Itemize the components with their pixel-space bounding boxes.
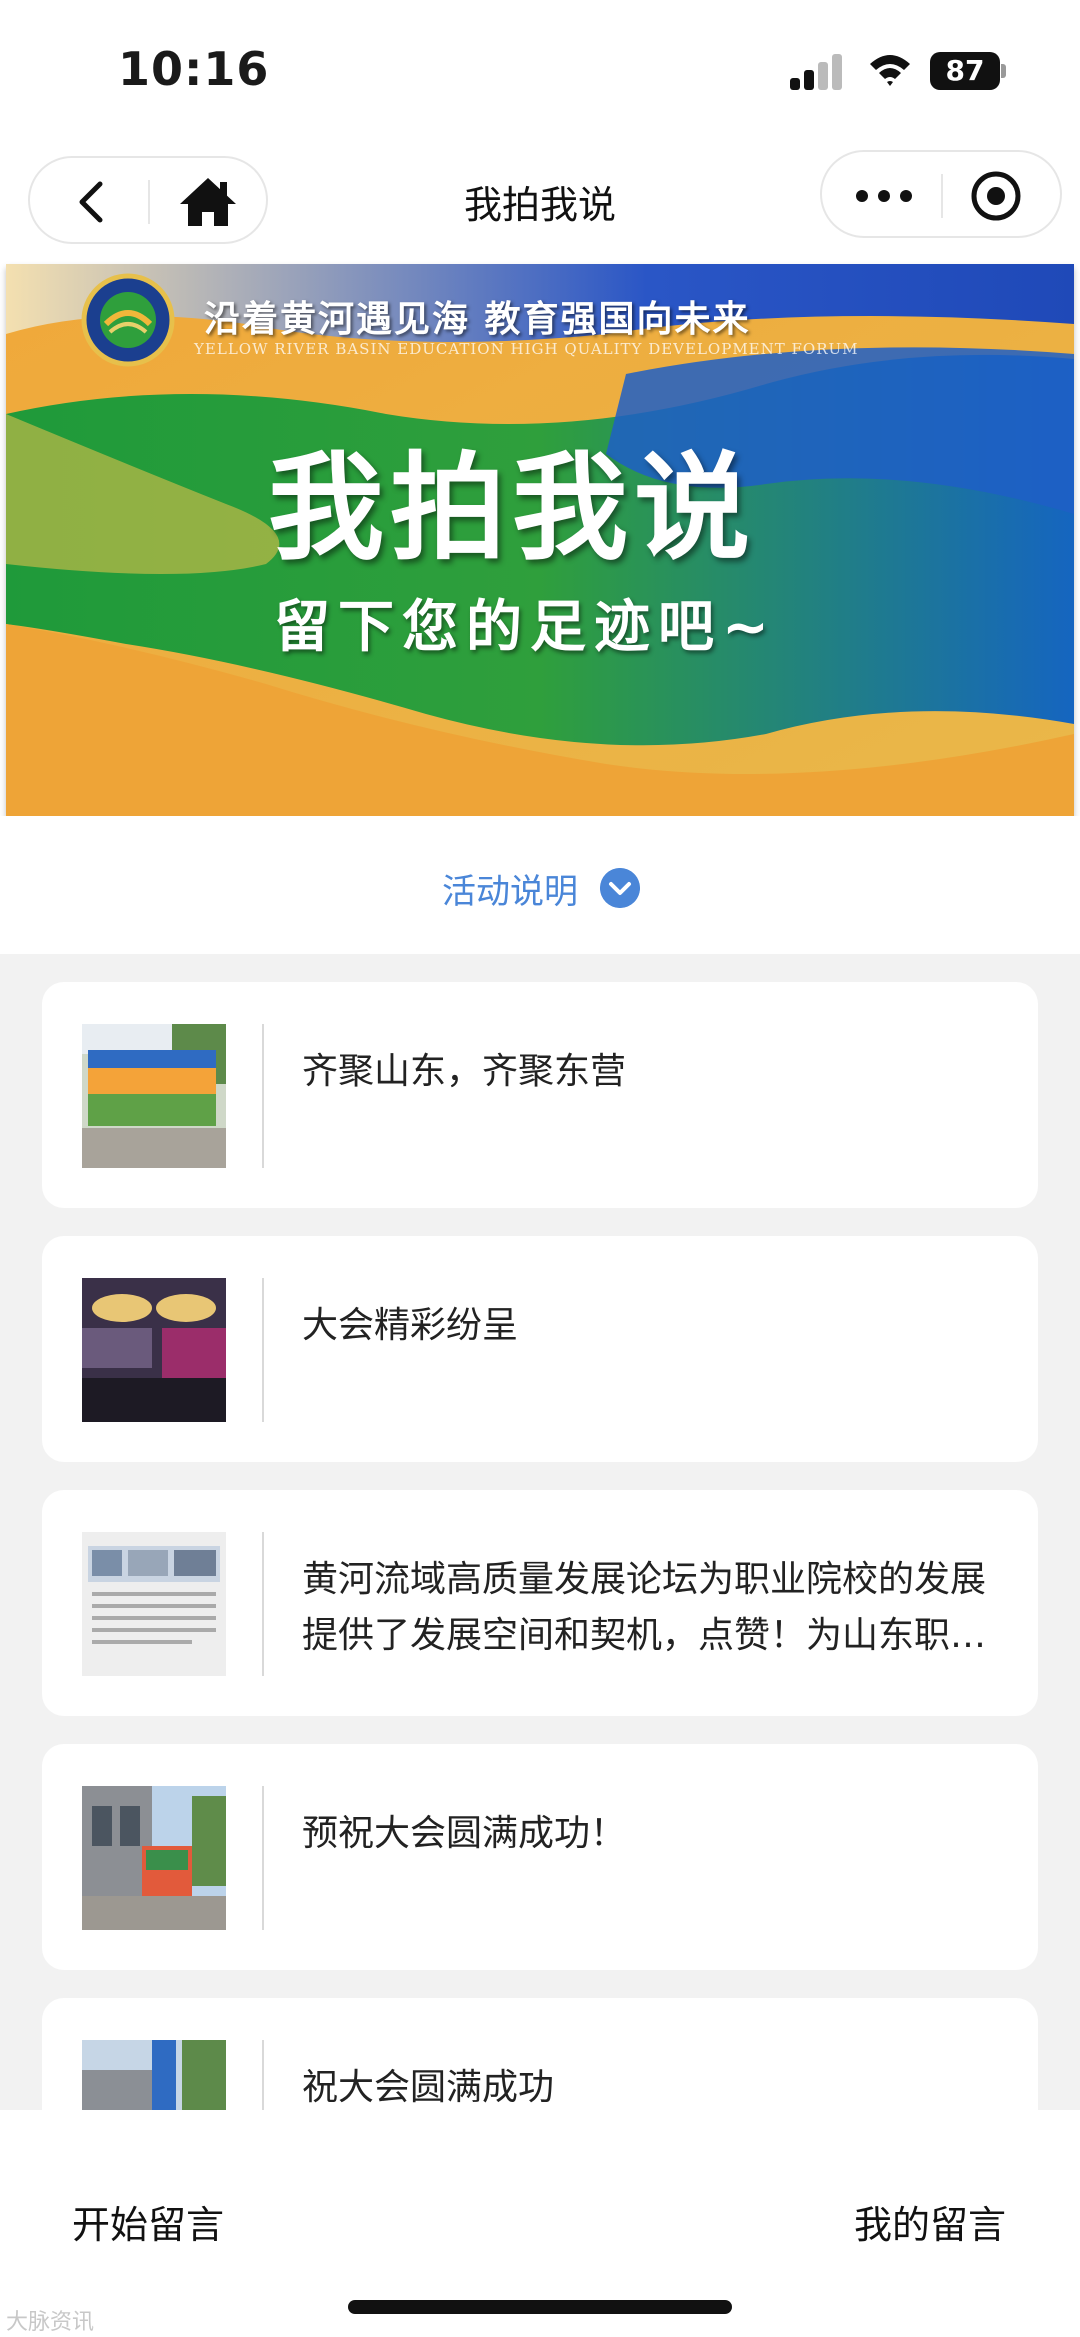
- post-list: 齐聚山东，齐聚东营 大会精彩纷呈 黄河流域高质量发展论坛为职业院校的发展提供了发…: [0, 954, 1080, 2110]
- forum-logo: [81, 273, 175, 367]
- activity-description-link[interactable]: 活动说明: [442, 864, 578, 913]
- post-text: 黄河流域高质量发展论坛为职业院校的发展提供了发展空间和契机，点赞！为山东职业教育…: [302, 1559, 987, 1656]
- list-item[interactable]: 祝大会圆满成功: [42, 1998, 1038, 2110]
- list-item[interactable]: 预祝大会圆满成功！: [42, 1744, 1038, 1970]
- home-indicator[interactable]: [348, 2300, 732, 2314]
- nav-capsule-left: [28, 156, 268, 244]
- post-text: 齐聚山东，齐聚东营: [302, 1051, 627, 1092]
- post-thumbnail: [82, 1786, 226, 1930]
- more-options-icon[interactable]: [852, 172, 916, 220]
- status-time: 10:16: [118, 42, 270, 96]
- hero-banner: 沿着黄河遇见海 教育强国向未来 YELLOW RIVER BASIN EDUCA…: [6, 264, 1074, 816]
- status-bar: 10:16 87: [0, 0, 1080, 140]
- post-text: 大会精彩纷呈: [302, 1305, 519, 1346]
- chevron-down-icon[interactable]: [600, 868, 640, 908]
- nav-bar: 我拍我说: [0, 140, 1080, 264]
- list-item[interactable]: 大会精彩纷呈: [42, 1236, 1038, 1462]
- banner-title: 我拍我说: [268, 441, 756, 576]
- activity-description-row: 活动说明: [0, 816, 1080, 954]
- post-text: 预祝大会圆满成功！: [302, 1813, 627, 1854]
- bottom-bar: 开始留言 我的留言 大脉资讯: [0, 2110, 1080, 2337]
- post-thumbnail: [82, 1024, 226, 1168]
- cellular-signal-icon: [790, 54, 844, 90]
- post-thumbnail: [82, 1278, 226, 1422]
- list-item[interactable]: 黄河流域高质量发展论坛为职业院校的发展提供了发展空间和契机，点赞！为山东职业教育…: [42, 1490, 1038, 1716]
- banner-subtitle: 留下您的足迹吧~: [274, 595, 777, 660]
- list-item[interactable]: 齐聚山东，齐聚东营: [42, 982, 1038, 1208]
- post-thumbnail: [82, 1532, 226, 1676]
- banner-slogan: 沿着黄河遇见海 教育强国向未来: [204, 298, 751, 340]
- post-text: 祝大会圆满成功: [302, 2067, 555, 2108]
- nav-capsule-right: [820, 150, 1062, 238]
- page-title: 我拍我说: [463, 183, 616, 227]
- my-messages-button[interactable]: 我的留言: [854, 2194, 1006, 2249]
- wifi-icon: [870, 55, 910, 86]
- battery-icon: 87: [930, 52, 1006, 90]
- post-thumbnail: [82, 2040, 226, 2110]
- banner-slogan-english: YELLOW RIVER BASIN EDUCATION HIGH QUALIT…: [194, 340, 859, 358]
- back-icon[interactable]: [60, 178, 120, 226]
- battery-level: 87: [930, 52, 1000, 90]
- home-icon[interactable]: [176, 174, 240, 230]
- watermark: 大脉资讯: [6, 2310, 95, 2335]
- close-miniprogram-icon[interactable]: [968, 168, 1024, 224]
- start-message-button[interactable]: 开始留言: [72, 2194, 224, 2249]
